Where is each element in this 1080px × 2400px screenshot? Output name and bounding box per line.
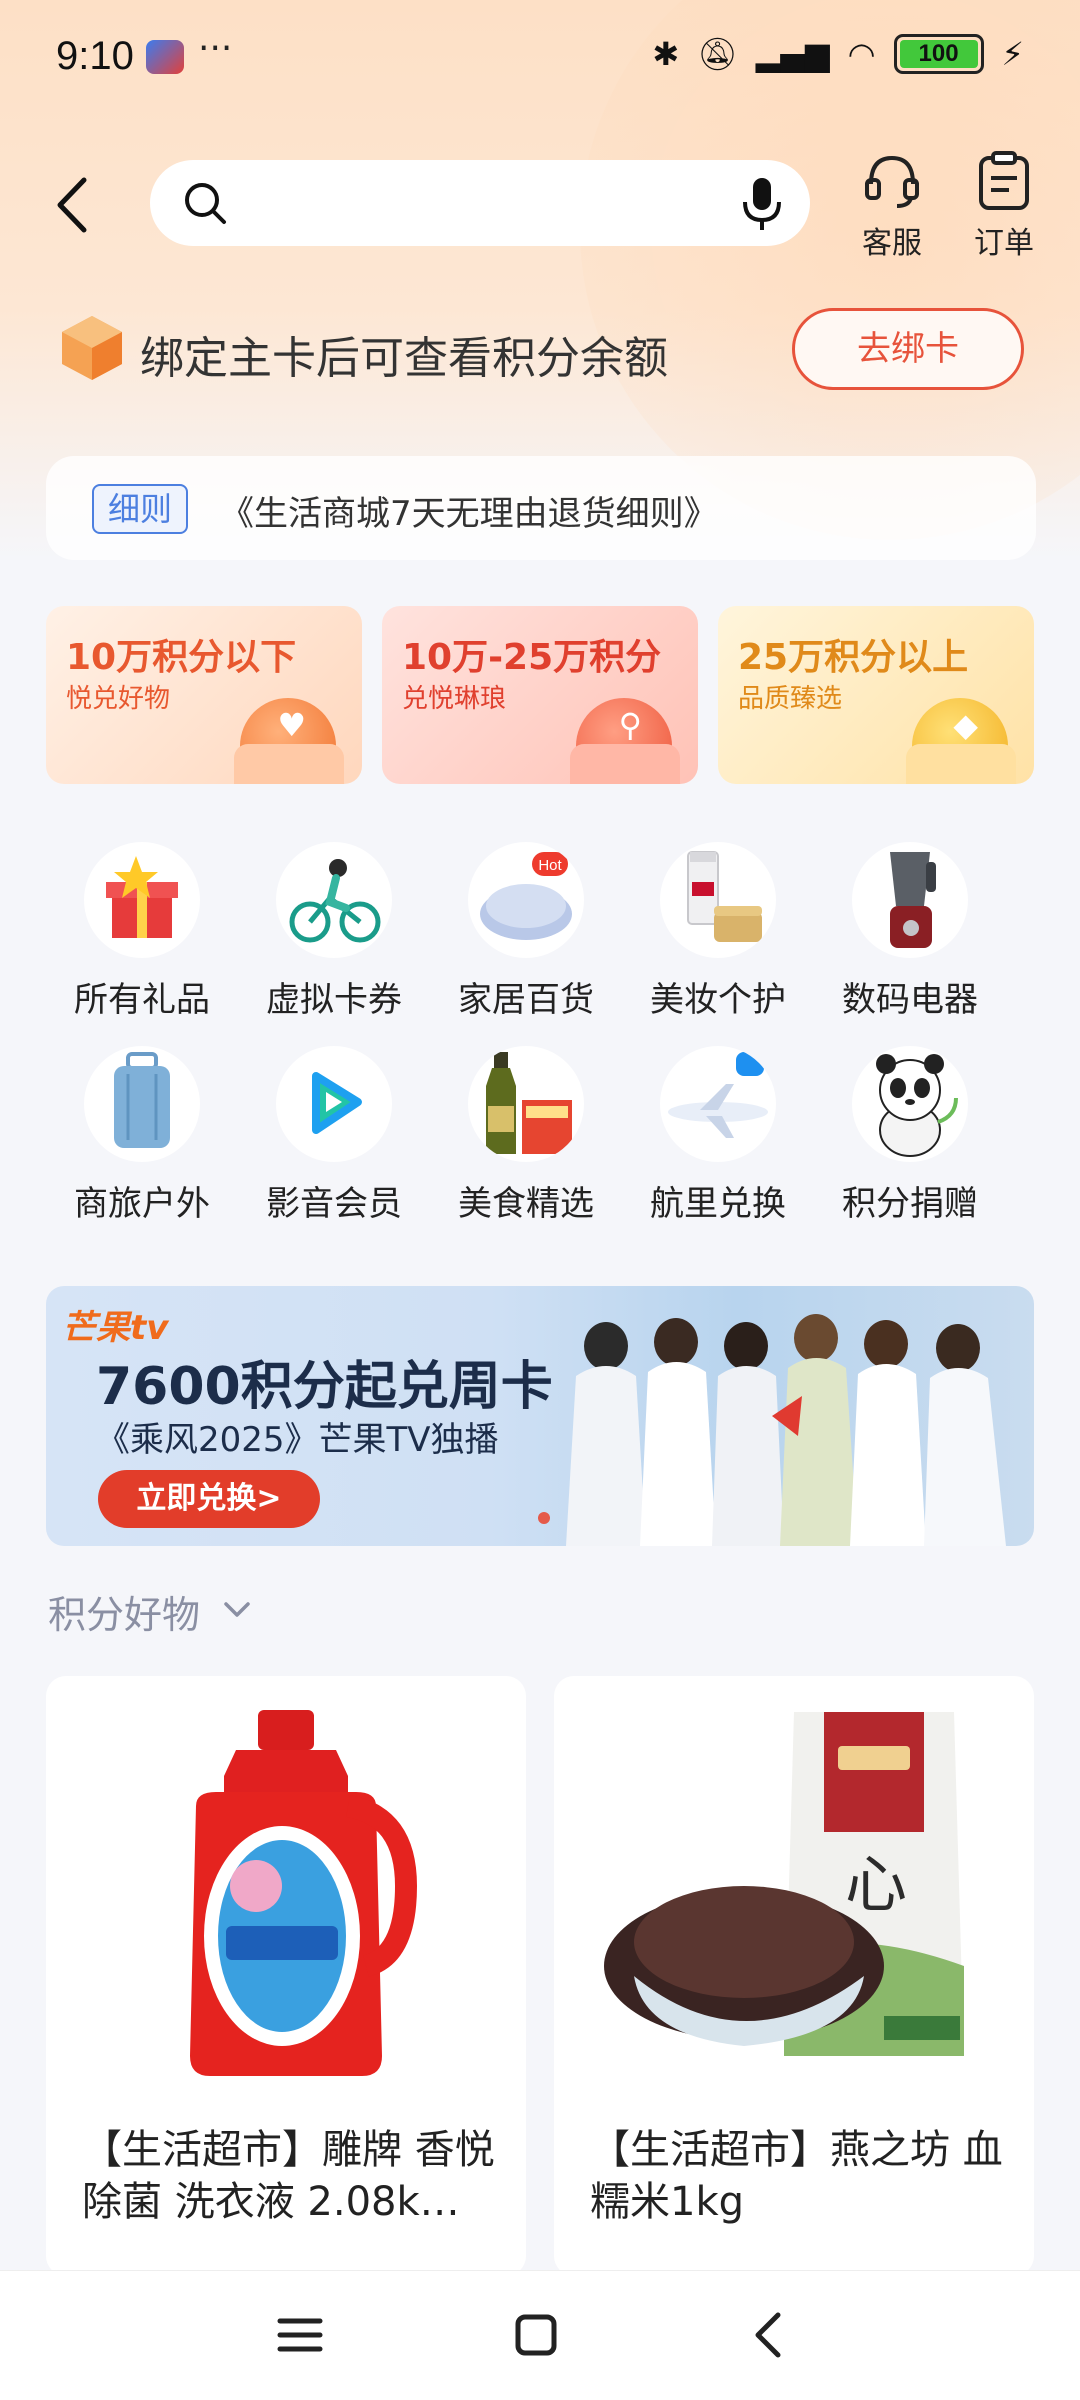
carousel-indicator bbox=[538, 1512, 550, 1524]
category-label: 商旅户外 bbox=[74, 1184, 210, 1224]
tier-title: 10万-25万积分 bbox=[402, 637, 662, 678]
airplane-icon bbox=[660, 1046, 776, 1162]
back-button[interactable] bbox=[48, 170, 98, 240]
chevron-down-icon[interactable] bbox=[220, 1592, 254, 1626]
customer-service-button[interactable]: 客服 bbox=[842, 150, 942, 262]
svg-text:Hot: Hot bbox=[538, 857, 562, 874]
microphone-icon[interactable] bbox=[740, 176, 784, 232]
oil-bottle-icon bbox=[468, 1046, 584, 1162]
pillow-icon: Hot bbox=[468, 842, 584, 958]
detergent-bottle-icon bbox=[190, 1710, 418, 2076]
home-square-icon[interactable] bbox=[506, 2305, 566, 2365]
tier-card-100k-250k[interactable]: 10万-25万积分 兑悦琳琅 ⚲ bbox=[382, 606, 698, 784]
battery-icon: 100 bbox=[893, 34, 984, 74]
status-bar: 9:10 ··· ✱ 🔕︎ ▂▄▆ ◠ 100 ⚡︎ bbox=[0, 0, 1080, 120]
tier-orb-base bbox=[906, 744, 1016, 784]
app-notification-icon bbox=[146, 40, 184, 74]
orders-label: 订单 bbox=[974, 226, 1034, 261]
product-name: 【生活超市】雕牌 香悦除菌 洗衣液 2.08k… bbox=[82, 2127, 495, 2225]
section-title[interactable]: 积分好物 bbox=[48, 1584, 200, 1639]
cosmetics-icon bbox=[660, 842, 776, 958]
rice-bag-icon: 心 bbox=[604, 1712, 964, 2056]
orders-button[interactable]: 订单 bbox=[954, 150, 1054, 262]
category-miles-exchange[interactable]: 航里兑换 bbox=[622, 1046, 814, 1225]
tier-card-under-100k[interactable]: 10万积分以下 悦兑好物 ♥ bbox=[46, 606, 362, 784]
category-digital-electronics[interactable]: 数码电器 bbox=[814, 842, 1006, 1021]
category-home-goods[interactable]: Hot 家居百货 bbox=[430, 842, 622, 1021]
bluetooth-icon: ✱ bbox=[652, 35, 680, 73]
headset-icon bbox=[865, 155, 919, 208]
bind-card-message: 绑定主卡后可查看积分余额 bbox=[140, 333, 668, 384]
battery-level: 100 bbox=[899, 40, 978, 68]
promo-headline: 7600积分起兑周卡 bbox=[96, 1357, 553, 1417]
category-label: 积分捐赠 bbox=[842, 1184, 978, 1224]
bind-card-banner: 绑定主卡后可查看积分余额 去绑卡 bbox=[60, 300, 1024, 396]
tier-title: 10万积分以下 bbox=[66, 637, 297, 678]
promo-banner[interactable]: 芒果tv 7600积分起兑周卡 《乘风2025》芒果TV独播 立即兑换> bbox=[46, 1286, 1034, 1546]
panda-icon bbox=[852, 1046, 968, 1162]
heart-icon: ♥ bbox=[277, 706, 306, 744]
more-notifications-icon: ··· bbox=[198, 28, 233, 69]
notice-text: 《生活商城7天无理由退货细则》 bbox=[220, 494, 718, 534]
diamond-icon: ◆ bbox=[953, 706, 978, 744]
category-gourmet[interactable]: 美食精选 bbox=[430, 1046, 622, 1225]
product-card[interactable]: 心 【生活超市】燕之坊 血糯米1kg bbox=[554, 1676, 1034, 2276]
category-points-donation[interactable]: 积分捐赠 bbox=[814, 1046, 1006, 1225]
tier-orb-base bbox=[570, 744, 680, 784]
category-virtual-coupons[interactable]: 虚拟卡券 bbox=[238, 842, 430, 1021]
category-label: 影音会员 bbox=[266, 1184, 402, 1224]
tier-orb-base bbox=[234, 744, 344, 784]
clipboard-icon bbox=[979, 151, 1029, 210]
wifi-icon: ◠ bbox=[847, 35, 876, 73]
return-policy-notice[interactable]: 细则 《生活商城7天无理由退货细则》 bbox=[46, 456, 1036, 560]
category-travel-outdoor[interactable]: 商旅户外 bbox=[46, 1046, 238, 1225]
tier-subtitle: 品质臻选 bbox=[738, 684, 843, 714]
chevron-left-icon bbox=[57, 177, 87, 233]
suitcase-icon bbox=[84, 1046, 200, 1162]
magnifier-icon: ⚲ bbox=[618, 706, 642, 744]
mute-bell-icon: 🔕︎ bbox=[697, 35, 738, 73]
product-card[interactable]: 【生活超市】雕牌 香悦除菌 洗衣液 2.08k… bbox=[46, 1676, 526, 2276]
tier-card-over-250k[interactable]: 25万积分以上 品质臻选 ◆ bbox=[718, 606, 1034, 784]
signal-icon: ▂▄▆ bbox=[755, 35, 830, 73]
search-input[interactable] bbox=[150, 160, 810, 246]
promo-subline: 《乘风2025》芒果TV独播 bbox=[96, 1420, 499, 1460]
status-time: 9:10 bbox=[56, 34, 134, 78]
back-triangle-icon[interactable] bbox=[740, 2305, 800, 2365]
svg-text:心: 心 bbox=[845, 1848, 907, 1921]
video-play-icon bbox=[276, 1046, 392, 1162]
blender-icon bbox=[852, 842, 968, 958]
search-icon bbox=[185, 183, 226, 224]
notice-tag: 细则 bbox=[92, 484, 189, 534]
tier-subtitle: 兑悦琳琅 bbox=[402, 684, 507, 714]
category-label: 所有礼品 bbox=[74, 980, 210, 1020]
tier-subtitle: 悦兑好物 bbox=[66, 684, 171, 714]
category-label: 家居百货 bbox=[458, 980, 594, 1020]
charging-icon: ⚡︎ bbox=[1001, 35, 1024, 73]
category-label: 航里兑换 bbox=[650, 1184, 786, 1224]
gift-box-icon bbox=[84, 842, 200, 958]
category-beauty-care[interactable]: 美妆个护 bbox=[622, 842, 814, 1021]
mango-tv-logo: 芒果tv bbox=[62, 1308, 169, 1348]
category-label: 虚拟卡券 bbox=[266, 980, 402, 1020]
tier-title: 25万积分以上 bbox=[738, 637, 969, 678]
system-navigation-bar bbox=[0, 2270, 1080, 2400]
points-logo-icon bbox=[62, 316, 122, 380]
product-name: 【生活超市】燕之坊 血糯米1kg bbox=[590, 2127, 1003, 2225]
menu-icon[interactable] bbox=[270, 2305, 330, 2365]
celebrity-group-image bbox=[566, 1314, 1006, 1546]
bind-card-button[interactable]: 去绑卡 bbox=[792, 308, 1024, 390]
redeem-now-button[interactable]: 立即兑换> bbox=[98, 1470, 320, 1528]
category-av-membership[interactable]: 影音会员 bbox=[238, 1046, 430, 1225]
category-label: 美妆个护 bbox=[650, 980, 786, 1020]
category-label: 美食精选 bbox=[458, 1184, 594, 1224]
customer-service-label: 客服 bbox=[862, 226, 922, 261]
category-label: 数码电器 bbox=[842, 980, 978, 1020]
cyclist-icon bbox=[276, 842, 392, 958]
category-all-gifts[interactable]: 所有礼品 bbox=[46, 842, 238, 1021]
